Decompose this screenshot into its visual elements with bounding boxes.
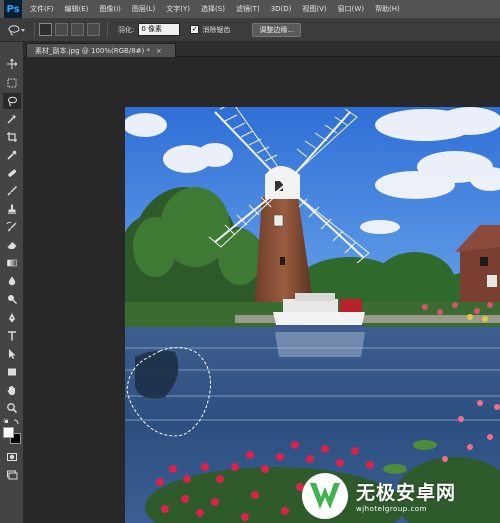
lasso-tool[interactable] bbox=[3, 93, 21, 109]
options-bar: 羽化: 0 像素 ✓ 消除锯齿 调整边缘... bbox=[0, 18, 500, 42]
healing-brush-tool[interactable] bbox=[3, 165, 21, 181]
subtract-from-selection-button[interactable] bbox=[71, 23, 84, 36]
watermark-url: wjhotelgroup.com bbox=[356, 505, 427, 513]
watermark: 无极安卓网 wjhotelgroup.com bbox=[300, 468, 500, 523]
new-selection-button[interactable] bbox=[39, 23, 52, 36]
menu-3d[interactable]: 3D(D) bbox=[271, 5, 292, 13]
quick-mask-button[interactable] bbox=[3, 449, 21, 465]
tool-preset-picker[interactable] bbox=[4, 21, 30, 39]
windmill-photo bbox=[125, 107, 500, 523]
brush-icon bbox=[7, 186, 17, 196]
marquee-tool[interactable] bbox=[3, 75, 21, 91]
brush-tool[interactable] bbox=[3, 183, 21, 199]
pen-icon bbox=[9, 313, 15, 323]
menu-edit[interactable]: 编辑(E) bbox=[65, 4, 89, 14]
feather-input[interactable]: 0 像素 bbox=[138, 23, 181, 36]
hand-icon bbox=[7, 386, 15, 395]
quick-mask-icon bbox=[7, 453, 17, 461]
move-icon bbox=[7, 58, 18, 69]
screen-mode-icon bbox=[7, 470, 18, 480]
clone-stamp-tool[interactable] bbox=[3, 201, 21, 217]
clone-stamp-icon bbox=[8, 204, 16, 214]
intersect-selection-button[interactable] bbox=[87, 23, 100, 36]
dodge-tool[interactable] bbox=[3, 291, 21, 307]
zoom-icon bbox=[7, 403, 18, 414]
quick-select-icon bbox=[7, 114, 17, 124]
crop-icon bbox=[7, 132, 17, 142]
menu-select[interactable]: 选择(S) bbox=[201, 4, 225, 14]
dodge-icon bbox=[8, 295, 17, 304]
quick-select-tool[interactable] bbox=[3, 111, 21, 127]
eyedropper-tool[interactable] bbox=[3, 147, 21, 163]
menu-help[interactable]: 帮助(H) bbox=[375, 4, 400, 14]
pen-tool[interactable] bbox=[3, 310, 21, 326]
watermark-title: 无极安卓网 bbox=[356, 482, 457, 504]
foreground-color-swatch[interactable] bbox=[3, 427, 14, 438]
check-icon: ✓ bbox=[191, 25, 198, 33]
menu-file[interactable]: 文件(F) bbox=[30, 4, 54, 14]
tools-panel bbox=[0, 42, 24, 523]
document-tab-bar: 素材_副本.jpg @ 100%(RGB/8#) * × bbox=[24, 42, 500, 57]
zoom-tool[interactable] bbox=[3, 400, 21, 416]
separator bbox=[34, 21, 35, 38]
refine-edge-button[interactable]: 调整边缘... bbox=[252, 22, 302, 37]
menu-window[interactable]: 窗口(W) bbox=[338, 4, 364, 14]
lasso-icon bbox=[8, 96, 17, 107]
path-select-tool[interactable] bbox=[3, 346, 21, 362]
menu-layer[interactable]: 图层(L) bbox=[132, 4, 155, 14]
type-tool[interactable] bbox=[3, 328, 21, 344]
document-canvas[interactable] bbox=[125, 107, 500, 523]
document-tab-title: 素材_副本.jpg @ 100%(RGB/8#) * bbox=[35, 46, 150, 55]
menu-image[interactable]: 图像(I) bbox=[99, 4, 121, 14]
watermark-logo-icon bbox=[302, 472, 348, 519]
crop-tool[interactable] bbox=[3, 129, 21, 145]
eraser-icon bbox=[7, 242, 17, 249]
path-select-icon bbox=[9, 349, 16, 359]
close-icon[interactable]: × bbox=[156, 47, 162, 55]
menu-filter[interactable]: 滤镜(T) bbox=[236, 4, 260, 14]
antialias-label: 消除锯齿 bbox=[202, 25, 231, 34]
history-brush-icon bbox=[6, 221, 17, 232]
lasso-icon bbox=[8, 24, 25, 35]
blur-icon bbox=[8, 276, 16, 286]
feather-label: 羽化: bbox=[118, 25, 135, 34]
gradient-tool[interactable] bbox=[3, 255, 21, 271]
type-icon bbox=[8, 331, 16, 341]
hand-tool[interactable] bbox=[3, 382, 21, 398]
gradient-icon bbox=[7, 259, 17, 267]
canvas-area[interactable] bbox=[24, 58, 500, 523]
separator bbox=[107, 21, 108, 38]
menu-view[interactable]: 视图(V) bbox=[302, 4, 326, 14]
menu-type[interactable]: 文字(Y) bbox=[166, 4, 190, 14]
eyedropper-icon bbox=[7, 150, 17, 160]
photoshop-logo: Ps bbox=[4, 0, 22, 18]
blur-tool[interactable] bbox=[3, 273, 21, 289]
antialias-checkbox[interactable]: ✓ bbox=[190, 25, 200, 34]
marquee-icon bbox=[7, 78, 17, 88]
screen-mode-button[interactable] bbox=[3, 467, 21, 483]
shape-icon bbox=[8, 368, 16, 376]
move-tool[interactable] bbox=[3, 56, 21, 72]
menu-bar: Ps 文件(F) 编辑(E) 图像(I) 图层(L) 文字(Y) 选择(S) 滤… bbox=[0, 0, 500, 18]
shape-tool[interactable] bbox=[3, 364, 21, 380]
document-tab[interactable]: 素材_副本.jpg @ 100%(RGB/8#) * × bbox=[26, 43, 176, 57]
swap-colors-icon bbox=[3, 418, 19, 425]
add-to-selection-button[interactable] bbox=[55, 23, 68, 36]
history-brush-tool[interactable] bbox=[3, 219, 21, 235]
eraser-tool[interactable] bbox=[3, 237, 21, 253]
healing-brush-icon bbox=[8, 169, 17, 177]
